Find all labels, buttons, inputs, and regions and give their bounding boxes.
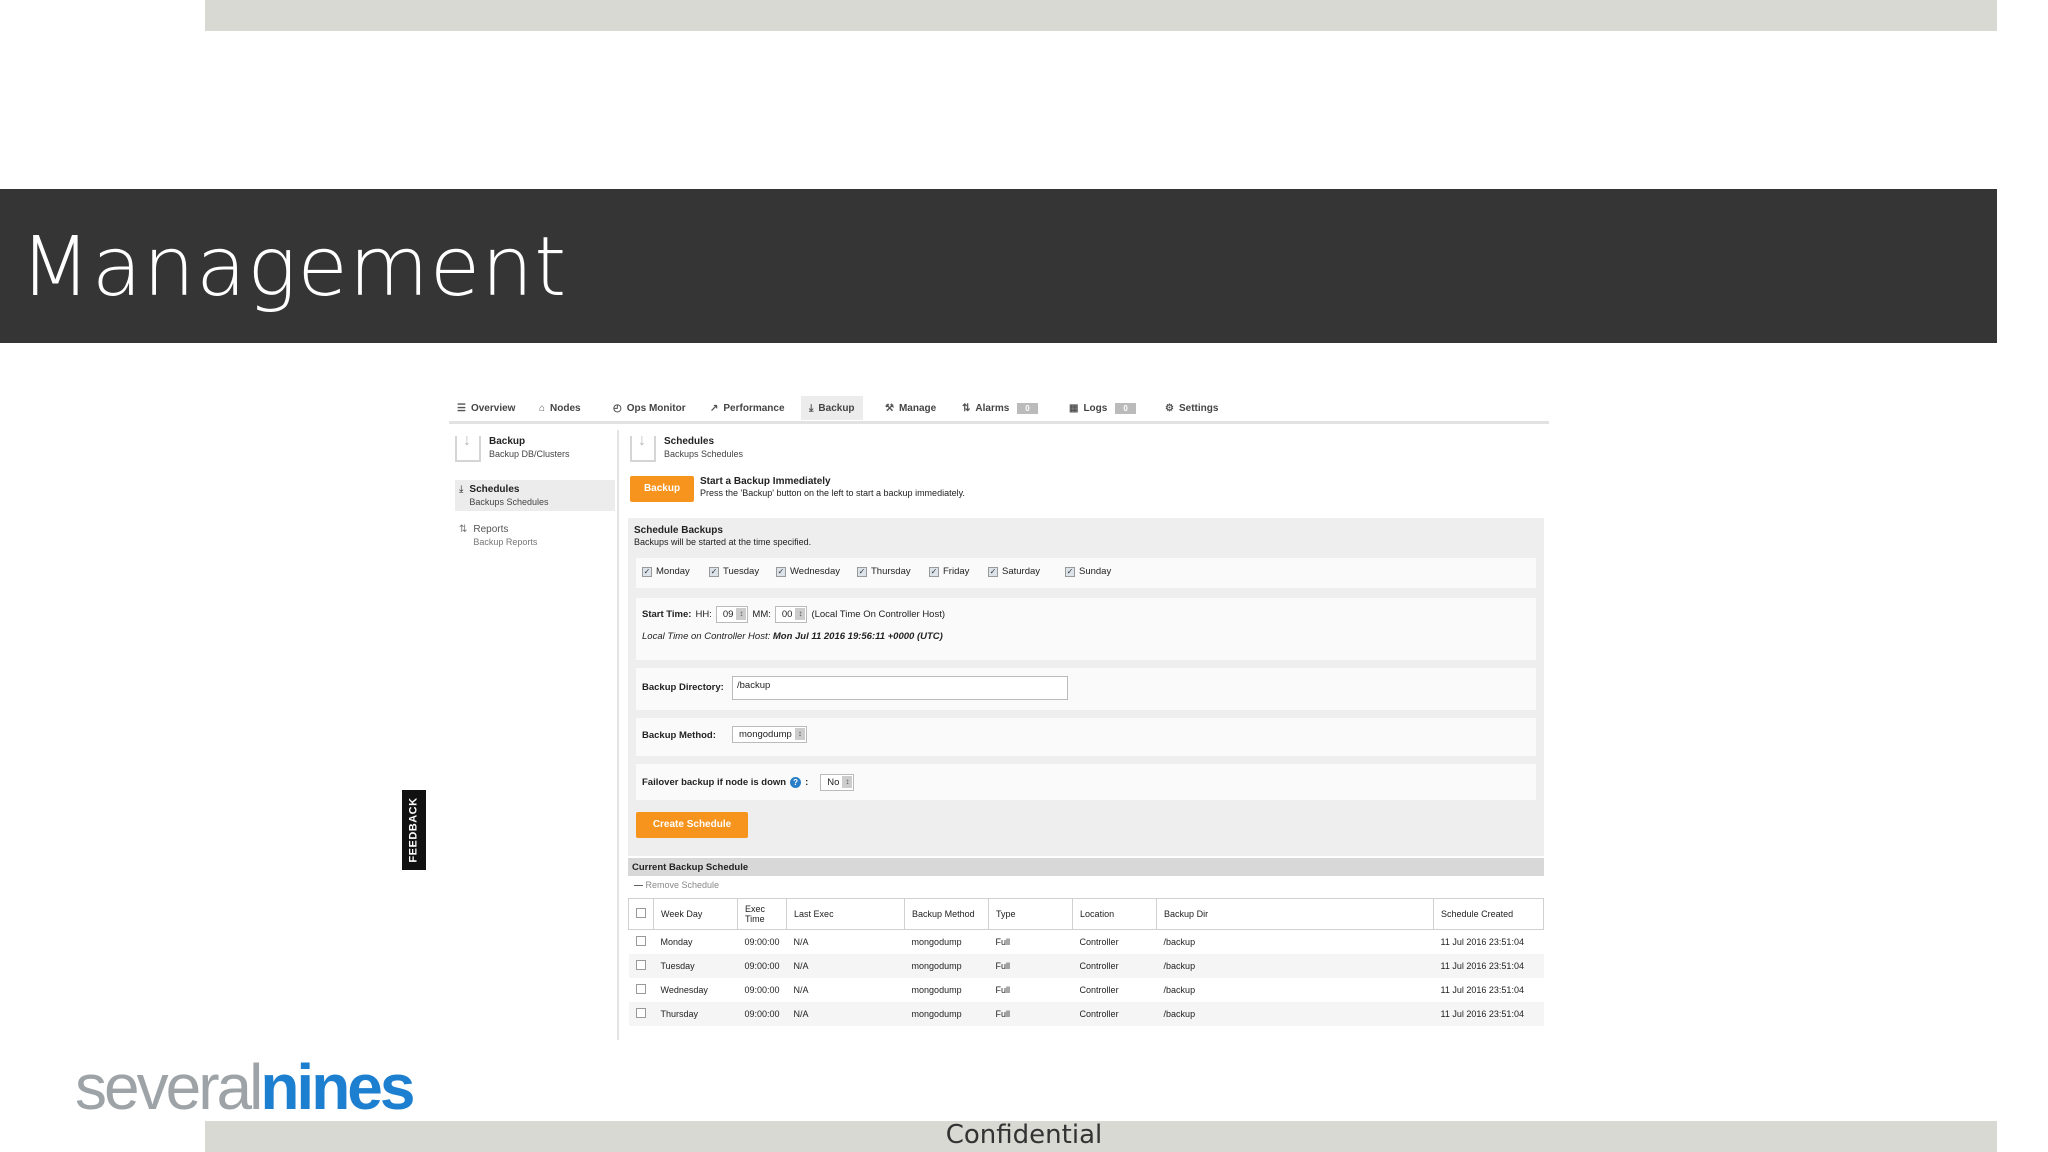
tab-settings[interactable]: ⚙ Settings (1157, 396, 1226, 420)
backup-dir-input[interactable]: /backup (732, 676, 1068, 700)
tab-bar: ☰ Overview ⌂ Nodes ◴ Ops Monitor ↗ Performan… (449, 388, 1549, 424)
schedule-panel: Schedule Backups Backups will be started… (628, 518, 1544, 856)
create-schedule-button[interactable]: Create Schedule (636, 812, 748, 838)
day-saturday[interactable]: ✓ Saturday (988, 566, 1040, 577)
logs-badge: 0 (1115, 402, 1136, 414)
table-row: Tuesday 09:00:00 N/A mongodump Full Controlle… (628, 953, 1544, 978)
main-header: Schedules Backups Schedules (630, 432, 743, 462)
day-tuesday[interactable]: ✓ Tuesday (709, 566, 759, 577)
info-icon[interactable]: ? (790, 777, 802, 788)
tab-alarms[interactable]: ⇅ Alarms 0 (954, 396, 1046, 420)
severalnines-logo: severalnines (75, 1051, 415, 1123)
sidebar-item-reports[interactable]: ⇅ Reports Backup Reports (455, 520, 615, 551)
days-row: ✓ Monday ✓ Tuesday ✓ Wednesday ✓ Thursday ✓ F… (636, 558, 1536, 588)
clock-icon: ◴ (613, 402, 622, 414)
sidebar-header: Backup Backup DB/Clusters (455, 432, 570, 462)
current-schedule-section: Current Backup Schedule — Remove Schedul… (628, 858, 1544, 1040)
nodes-icon: ⌂ (539, 402, 546, 414)
table-row: Wednesday 09:00:00 N/A mongodump Full Control… (629, 978, 1544, 1002)
checkbox[interactable]: ✓ (929, 566, 939, 577)
schedule-table: Week Day Exec Time Last Exec Backup Meth… (628, 898, 1544, 1026)
logs-icon: ▦ (1069, 402, 1079, 414)
checkbox[interactable]: ✓ (642, 566, 652, 577)
alarms-badge: 0 (1017, 402, 1038, 414)
day-monday[interactable]: ✓ Monday (642, 566, 690, 577)
app-screenshot: ☰ Overview ⌂ Nodes ◴ Ops Monitor ↗ Performan… (449, 388, 1549, 1040)
gear-icon: ⚙ (1165, 402, 1174, 414)
alarm-icon: ⇅ (962, 402, 971, 414)
feedback-tab[interactable]: FEEDBACK (402, 790, 426, 870)
tab-overview[interactable]: ☰ Overview (449, 396, 523, 420)
row-checkbox[interactable] (635, 935, 646, 946)
checkbox[interactable]: ✓ (857, 566, 867, 577)
start-backup-title: Start a Backup Immediately (700, 476, 831, 487)
table-header-row: Week Day Exec Time Last Exec Backup Meth… (628, 898, 1544, 930)
tab-logs[interactable]: ▦ Logs 0 (1061, 396, 1144, 420)
day-wednesday[interactable]: ✓ Wednesday (776, 566, 840, 577)
download-icon: ⤓ (459, 484, 464, 495)
table-row: Thursday 09:00:00 N/A mongodump Full Controll… (628, 1001, 1544, 1026)
backup-now-button[interactable]: Backup (630, 476, 694, 502)
day-sunday[interactable]: ✓ Sunday (1065, 566, 1111, 577)
wrench-icon: ⚒ (885, 402, 894, 414)
failover-select[interactable]: No (820, 774, 855, 791)
footer-confidential: Confidential (945, 1120, 1103, 1150)
select-all-checkbox[interactable] (636, 908, 646, 918)
tab-nodes[interactable]: ⌂ Nodes (531, 396, 589, 420)
row-checkbox[interactable] (635, 1007, 646, 1018)
main-content: Schedules Backups Schedules Backup Start… (628, 430, 1549, 1040)
current-schedule-title: Current Backup Schedule (628, 858, 1544, 876)
sidebar: Backup Backup DB/Clusters ⤓ Schedules Ba… (449, 430, 619, 1040)
row-checkbox[interactable] (635, 959, 646, 970)
backup-method-select[interactable]: mongodump (732, 726, 807, 743)
tab-backup[interactable]: ⤓ Backup (801, 396, 863, 420)
table-row: Monday 09:00:00 N/A mongodump Full Controller… (629, 930, 1544, 954)
tab-performance[interactable]: ↗ Performance (702, 396, 793, 420)
download-icon: ⤓ (809, 402, 814, 414)
slide-title: Management (20, 220, 568, 315)
checkbox[interactable]: ✓ (776, 566, 786, 577)
remove-schedule-button[interactable]: — Remove Schedule (634, 880, 719, 890)
failover-row: Failover backup if node is down ? : No (636, 764, 1536, 800)
tab-manage[interactable]: ⚒ Manage (877, 396, 944, 420)
start-time-row: Start Time: HH: 09 MM: 00 (Local Time On… (636, 598, 1536, 660)
chart-icon: ↗ (710, 402, 719, 414)
minute-select[interactable]: 00 (774, 606, 808, 623)
checkbox[interactable]: ✓ (1065, 566, 1075, 577)
day-friday[interactable]: ✓ Friday (929, 566, 969, 577)
controller-time: Local Time on Controller Host: Mon Jul 1… (642, 631, 943, 642)
day-thursday[interactable]: ✓ Thursday (857, 566, 911, 577)
backup-dir-row: Backup Directory: /backup (636, 668, 1536, 710)
reports-icon: ⇅ (459, 524, 468, 535)
start-backup-desc: Press the 'Backup' button on the left to… (700, 488, 965, 498)
checkbox[interactable]: ✓ (709, 566, 719, 577)
sidebar-item-schedules[interactable]: ⤓ Schedules Backups Schedules (455, 480, 615, 511)
top-accent-bar (205, 0, 1997, 31)
checkbox[interactable]: ✓ (988, 566, 998, 577)
backup-method-row: Backup Method: mongodump (636, 718, 1536, 756)
list-icon: ☰ (457, 402, 466, 414)
tab-ops-monitor[interactable]: ◴ Ops Monitor (605, 396, 694, 420)
download-box-icon (630, 432, 656, 462)
row-checkbox[interactable] (635, 983, 646, 994)
hour-select[interactable]: 09 (715, 606, 749, 623)
download-box-icon (455, 432, 481, 462)
